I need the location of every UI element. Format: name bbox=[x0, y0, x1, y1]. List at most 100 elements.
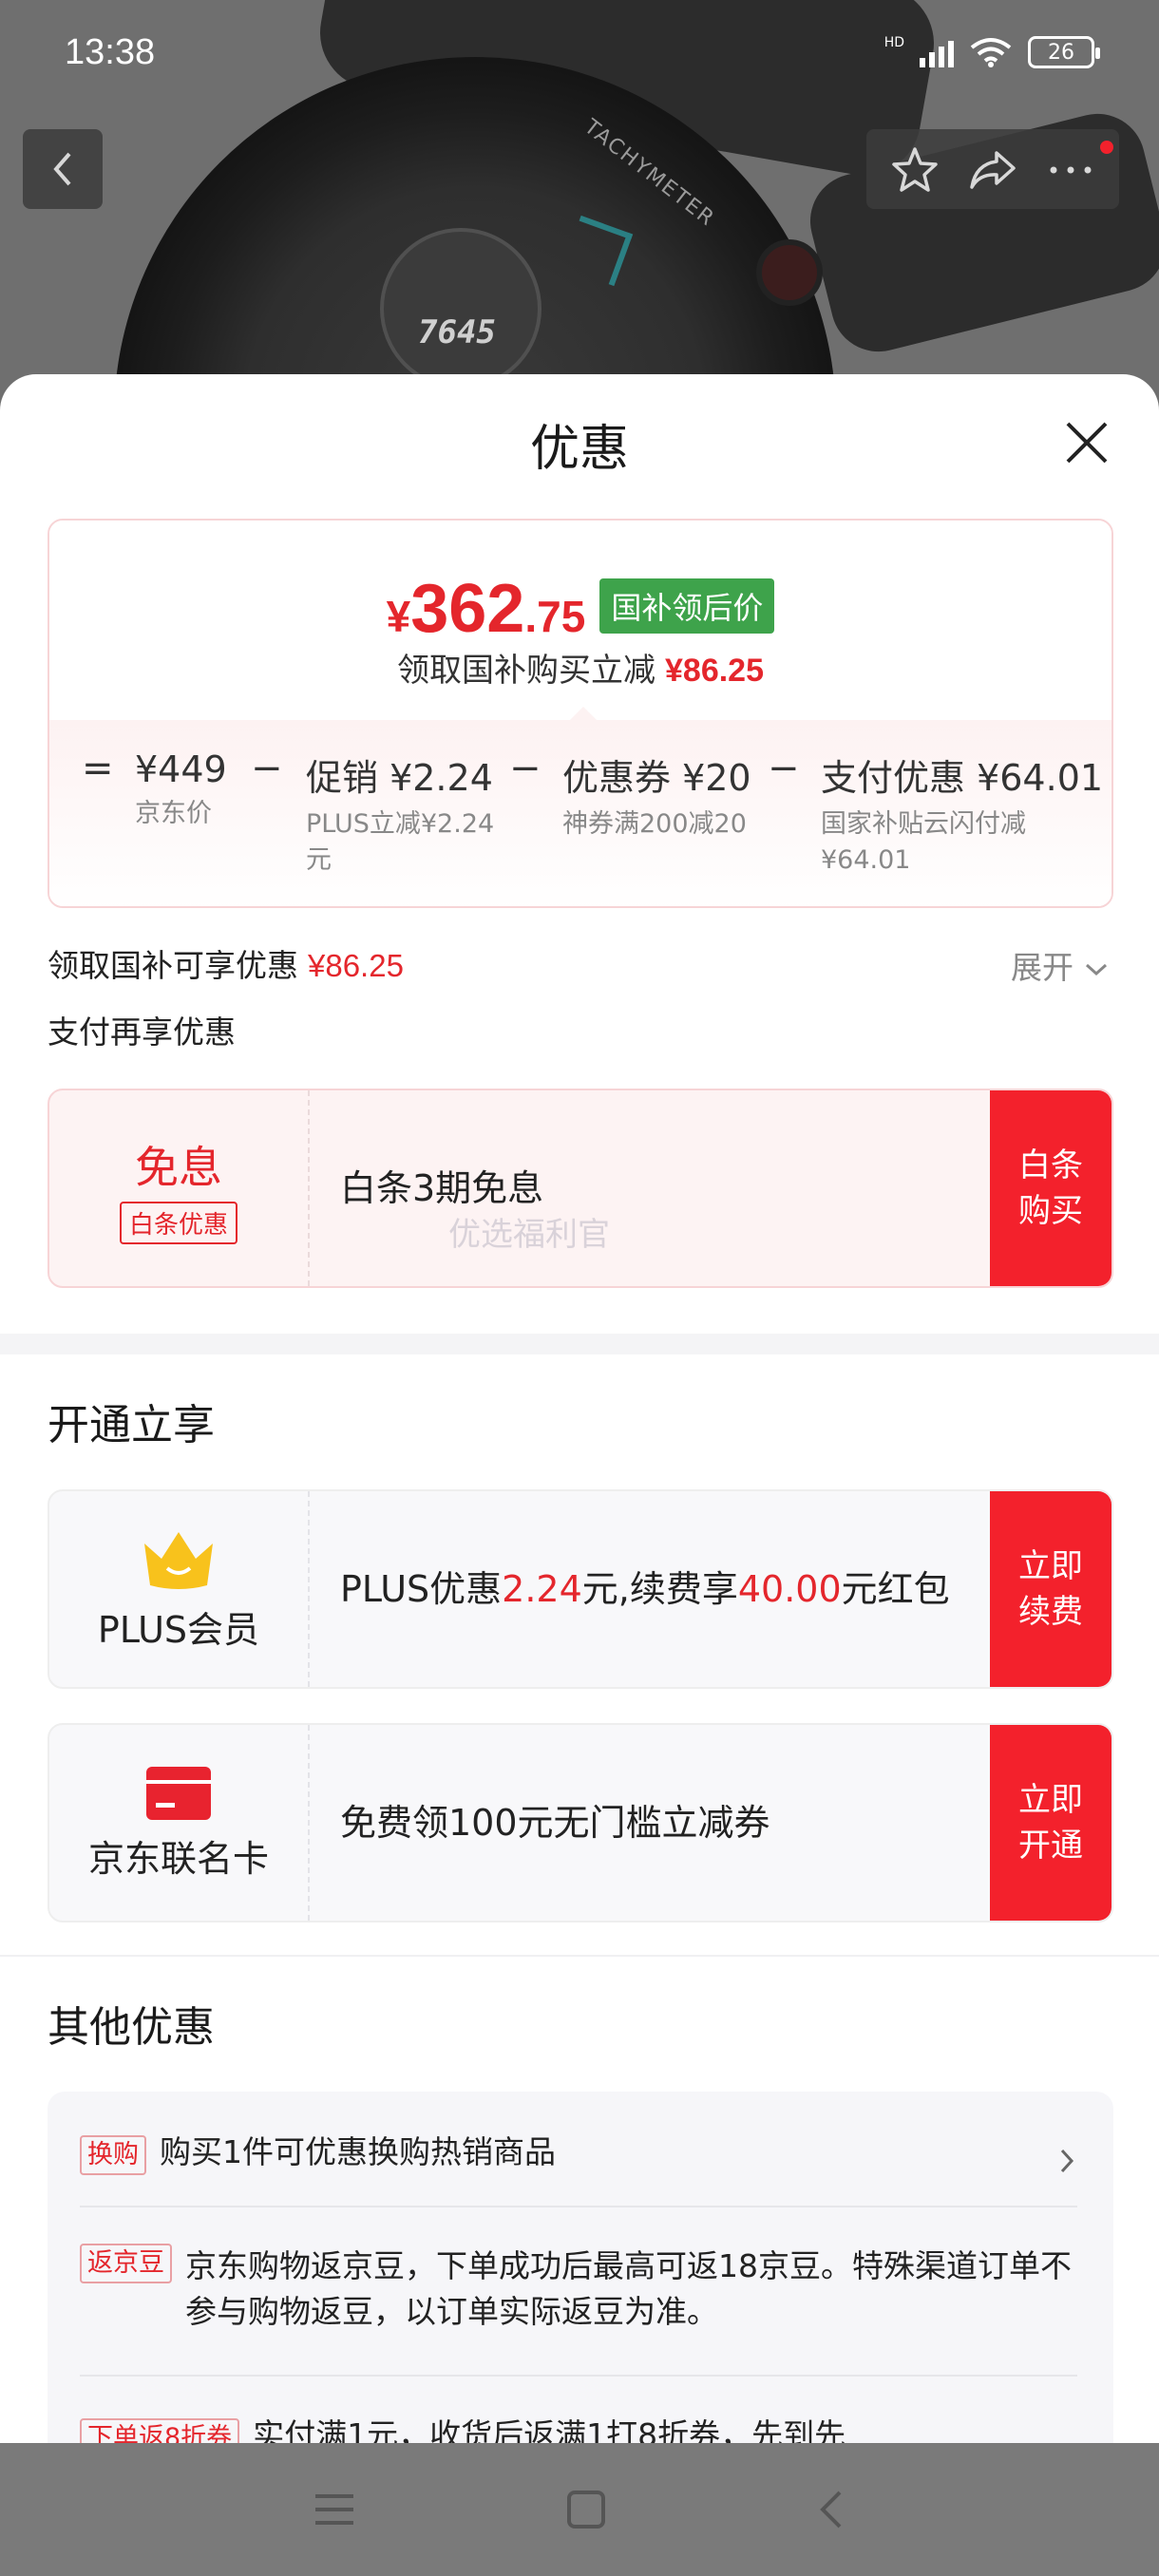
coupon-return-text: 实付满1元，收货后返满1打8折券，先到先 bbox=[253, 2416, 846, 2443]
open-section-title: 开通立享 bbox=[48, 1401, 215, 1449]
price-currency: ¥ bbox=[386, 592, 411, 641]
plus-amount-2: 40.00 bbox=[737, 1568, 842, 1610]
list-item-coupon-return: 下单返8折券 实付满1元，收货后返满1打8折券，先到先 bbox=[80, 2413, 1077, 2443]
other-discounts-list: 换购 购买1件可优惠换购热销商品 返京豆 京东购物返京豆，下单成功后最高可返18京… bbox=[48, 2092, 1113, 2443]
jd-card-open-label: 立即开通 bbox=[1018, 1781, 1083, 1865]
list-divider bbox=[80, 2375, 1077, 2377]
status-bar: 13:38 HD 26 bbox=[0, 0, 1159, 104]
plus-text-a: PLUS优惠 bbox=[340, 1568, 503, 1610]
breakdown-desc: PLUS立减¥2.24元 bbox=[306, 809, 495, 875]
credit-card-icon bbox=[146, 1766, 211, 1820]
top-action-group bbox=[866, 129, 1119, 209]
back-button[interactable] bbox=[23, 129, 103, 209]
breakdown-promo: 促销 ¥2.24 PLUS立减¥2.24元 bbox=[306, 748, 505, 879]
breakdown-desc: 神券满200减20 bbox=[562, 809, 747, 839]
baitiao-buy-label: 白条购买 bbox=[1018, 1146, 1083, 1230]
interest-free-title: 免息 bbox=[135, 1141, 222, 1193]
breakdown-payment: 支付优惠 ¥64.01 国家补贴云闪付减¥64.01 bbox=[821, 748, 1104, 879]
plus-text-b: 元,续费享 bbox=[581, 1568, 738, 1610]
crown-icon bbox=[144, 1531, 213, 1589]
plus-renew-button[interactable]: 立即续费 bbox=[990, 1491, 1112, 1687]
plus-amount-1: 2.24 bbox=[502, 1568, 582, 1610]
plus-left: PLUS会员 bbox=[49, 1491, 310, 1687]
jd-card-left: 京东联名卡 bbox=[49, 1725, 310, 1921]
expand-label: 展开 bbox=[1011, 949, 1074, 986]
breakdown-value: ¥449 bbox=[135, 748, 227, 790]
jingdou-text: 京东购物返京豆，下单成功后最高可返18京豆。特殊渠道订单不参与购物返豆，以订单实… bbox=[185, 2247, 1072, 2330]
signal-icon bbox=[920, 37, 954, 67]
operator-minus: − bbox=[509, 747, 542, 790]
star-icon[interactable] bbox=[890, 145, 940, 193]
plus-text-c: 元红包 bbox=[841, 1568, 950, 1610]
breakdown-desc: 京东价 bbox=[135, 799, 212, 828]
jd-card-open-button[interactable]: 立即开通 bbox=[990, 1725, 1112, 1921]
breakdown-value: 优惠券 ¥20 bbox=[562, 757, 751, 799]
breakdown-coupon: 优惠券 ¥20 神券满200减20 bbox=[562, 748, 752, 843]
sheet-title: 优惠 bbox=[529, 421, 629, 478]
menu-icon[interactable] bbox=[314, 2491, 355, 2529]
more-icon[interactable] bbox=[1046, 145, 1095, 193]
jingdou-tag: 返京豆 bbox=[80, 2244, 172, 2283]
battery-level: 26 bbox=[1048, 40, 1074, 65]
exchange-tag: 换购 bbox=[80, 2135, 146, 2175]
watch-step-count: 7645 bbox=[418, 313, 496, 351]
status-icons: HD 26 bbox=[884, 35, 1100, 68]
list-divider bbox=[80, 2206, 1077, 2207]
watch-crown bbox=[756, 239, 823, 306]
subsidy-row: 领取国补可享优惠 ¥86.25 bbox=[48, 940, 404, 986]
operator-equals: = bbox=[82, 747, 114, 790]
other-section-title: 其他优惠 bbox=[48, 2003, 215, 2052]
plus-text: PLUS优惠2.24元,续费享40.00元红包 bbox=[340, 1491, 986, 1687]
chevron-down-icon bbox=[1085, 963, 1107, 976]
watermark: 优选福利官 bbox=[448, 1216, 610, 1254]
breakdown-value: 支付优惠 ¥64.01 bbox=[821, 757, 1104, 799]
plus-card[interactable]: PLUS会员 PLUS优惠2.24元,续费享40.00元红包 立即续费 bbox=[48, 1489, 1113, 1689]
subsidy-label: 领取国补可享优惠 bbox=[48, 947, 298, 984]
plus-name: PLUS会员 bbox=[97, 1608, 260, 1651]
expand-toggle[interactable]: 展开 bbox=[1011, 942, 1109, 988]
plus-renew-label: 立即续费 bbox=[1018, 1547, 1083, 1631]
baitiao-tag: 白条优惠 bbox=[119, 1201, 238, 1244]
price-summary-card: ¥362.75 国补领后价 领取国补购买立减 ¥86.25 = ¥449 京东价 … bbox=[48, 519, 1113, 908]
jd-card[interactable]: 京东联名卡 免费领100元无门槛立减券 立即开通 bbox=[48, 1723, 1113, 1923]
price-breakdown: = ¥449 京东价 − 促销 ¥2.24 PLUS立减¥2.24元 − 优惠券… bbox=[49, 720, 1112, 906]
price-subtitle-amount: ¥86.25 bbox=[665, 653, 764, 689]
list-item-exchange[interactable]: 换购 购买1件可优惠换购热销商品 bbox=[80, 2130, 1077, 2175]
back-nav-icon[interactable] bbox=[817, 2489, 846, 2530]
divider bbox=[0, 1955, 1159, 1957]
price-top: ¥362.75 国补领后价 领取国补购买立减 ¥86.25 bbox=[49, 521, 1112, 720]
battery-icon: 26 bbox=[1028, 36, 1100, 68]
breakdown-value: 促销 ¥2.24 bbox=[306, 757, 493, 799]
wifi-icon bbox=[970, 38, 1012, 67]
final-price-line: ¥362.75 国补领后价 bbox=[49, 570, 1112, 648]
watch-subdial bbox=[380, 228, 542, 389]
subsidy-amount: ¥86.25 bbox=[308, 948, 404, 983]
home-icon[interactable] bbox=[565, 2489, 607, 2530]
breakdown-jd-price: ¥449 京东价 bbox=[135, 748, 249, 832]
baitiao-buy-button[interactable]: 白条购买 bbox=[990, 1090, 1112, 1286]
pay-row-label: 支付再享优惠 bbox=[48, 1013, 236, 1051]
network-type: HD bbox=[884, 35, 904, 50]
price-integer: 362 bbox=[410, 571, 525, 647]
subsidy-price-tag: 国补领后价 bbox=[599, 578, 775, 634]
chevron-right-icon[interactable] bbox=[1058, 2147, 1075, 2175]
price-subtitle-text: 领取国补购买立减 bbox=[397, 652, 656, 690]
breakdown-desc: 国家补贴云闪付减¥64.01 bbox=[821, 809, 1026, 875]
baitiao-card[interactable]: 免息 白条优惠 白条3期免息 白条购买 bbox=[48, 1089, 1113, 1288]
jd-card-name: 京东联名卡 bbox=[87, 1837, 269, 1880]
operator-minus: − bbox=[251, 747, 283, 790]
system-nav-bar bbox=[0, 2443, 1159, 2576]
status-time: 13:38 bbox=[65, 31, 156, 72]
notification-dot bbox=[1100, 141, 1113, 154]
notch bbox=[570, 707, 597, 720]
baitiao-left: 免息 白条优惠 bbox=[49, 1090, 310, 1286]
exchange-text: 购买1件可优惠换购热销商品 bbox=[160, 2133, 556, 2170]
close-icon[interactable] bbox=[1062, 418, 1112, 467]
baitiao-text: 白条3期免息 bbox=[340, 1167, 544, 1209]
price-decimal: .75 bbox=[524, 592, 586, 641]
section-divider bbox=[0, 1334, 1159, 1354]
share-icon[interactable] bbox=[968, 145, 1017, 193]
jd-card-text: 免费领100元无门槛立减券 bbox=[340, 1802, 770, 1844]
discount-sheet: 优惠 ¥362.75 国补领后价 领取国补购买立减 ¥86.25 = ¥449 京… bbox=[0, 374, 1159, 2443]
list-item-jingdou: 返京豆 京东购物返京豆，下单成功后最高可返18京豆。特殊渠道订单不参与购物返豆，… bbox=[80, 2244, 1077, 2335]
